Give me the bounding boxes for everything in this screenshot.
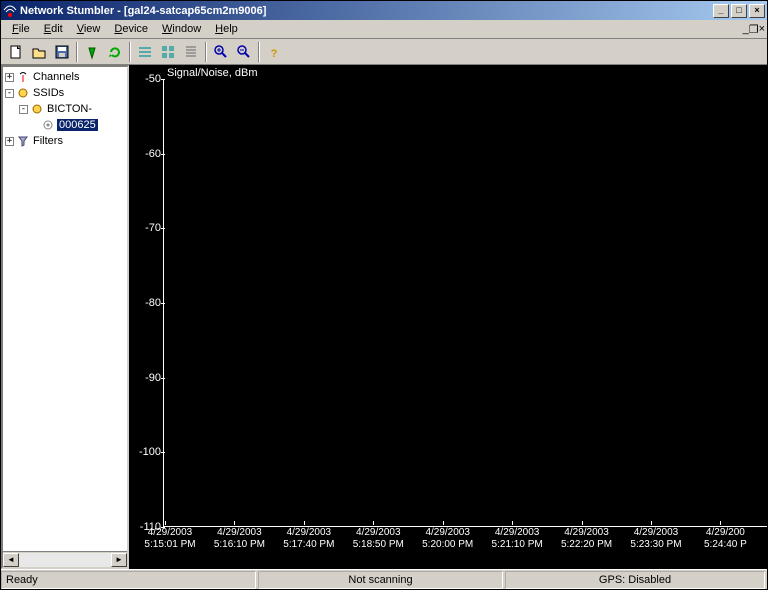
collapse-icon[interactable]: - xyxy=(5,89,14,98)
chart-title: Signal/Noise, dBm xyxy=(167,67,258,79)
status-ready: Ready xyxy=(1,571,256,589)
app-icon xyxy=(3,4,17,18)
x-tick: 4/29/20035:22:20 PM xyxy=(552,527,622,551)
statusbar: Ready Not scanning GPS: Disabled xyxy=(1,569,767,589)
status-scanning: Not scanning xyxy=(258,571,503,589)
tree-label: BICTON- xyxy=(46,103,93,115)
x-tick: 4/29/20035:16:10 PM xyxy=(204,527,274,551)
tree-node-channels[interactable]: + Channels xyxy=(5,69,127,85)
filter-icon xyxy=(16,134,30,148)
y-tick: -80 xyxy=(145,297,161,309)
tree-view[interactable]: + Channels - SSIDs - BICTON- 000625 xyxy=(3,67,127,551)
menu-device[interactable]: Device xyxy=(107,21,155,37)
status-gps: GPS: Disabled xyxy=(505,571,765,589)
ssid-icon xyxy=(30,102,44,116)
mdi-controls: _ ❐ × xyxy=(743,23,767,36)
expand-icon[interactable]: + xyxy=(5,73,14,82)
menu-edit[interactable]: Edit xyxy=(37,21,70,37)
help-button[interactable]: ? xyxy=(263,41,285,63)
tree-node-ssids[interactable]: - SSIDs xyxy=(5,85,127,101)
new-button[interactable] xyxy=(5,41,27,63)
options-button[interactable] xyxy=(180,41,202,63)
plot-area xyxy=(163,79,767,527)
tree-node-filters[interactable]: + Filters xyxy=(5,133,127,149)
tree-node-mac[interactable]: 000625 xyxy=(5,117,127,133)
y-tick: -100 xyxy=(139,446,161,458)
scan-button[interactable] xyxy=(81,41,103,63)
x-tick: 4/29/2005:24:40 P xyxy=(690,527,760,551)
x-tick: 4/29/20035:23:30 PM xyxy=(621,527,691,551)
x-tick: 4/29/20035:21:10 PM xyxy=(482,527,552,551)
antenna-icon xyxy=(16,70,30,84)
toolbar-separator xyxy=(76,42,78,62)
save-button[interactable] xyxy=(51,41,73,63)
titlebar[interactable]: Network Stumbler - [gal24-satcap65cm2m90… xyxy=(1,1,767,20)
toolbar-separator xyxy=(258,42,260,62)
minimize-button[interactable]: _ xyxy=(713,4,729,18)
collapse-icon[interactable]: - xyxy=(19,105,28,114)
mdi-close-button[interactable]: × xyxy=(759,23,765,36)
x-tick: 4/29/20035:17:40 PM xyxy=(274,527,344,551)
tree-pane: + Channels - SSIDs - BICTON- 000625 xyxy=(1,65,129,569)
menu-file[interactable]: File xyxy=(5,21,37,37)
menu-window[interactable]: Window xyxy=(155,21,208,37)
scroll-left-button[interactable]: ◄ xyxy=(3,553,19,567)
tree-label: SSIDs xyxy=(32,87,65,99)
menu-help[interactable]: Help xyxy=(208,21,245,37)
maximize-button[interactable]: □ xyxy=(731,4,747,18)
details-view-button[interactable] xyxy=(134,41,156,63)
toolbar: ? xyxy=(1,39,767,65)
tree-node-bicton[interactable]: - BICTON- xyxy=(5,101,127,117)
mdi-restore-button[interactable]: ❐ xyxy=(749,23,759,36)
list-view-button[interactable] xyxy=(157,41,179,63)
x-axis: 4/29/20035:15:01 PM4/29/20035:16:10 PM4/… xyxy=(163,527,767,569)
menu-view[interactable]: View xyxy=(70,21,108,37)
chart-pane: Signal/Noise, dBm -50-60-70-80-90-100-11… xyxy=(129,65,767,569)
tree-scrollbar[interactable]: ◄ ► xyxy=(3,551,127,567)
toolbar-separator xyxy=(205,42,207,62)
y-tick: -90 xyxy=(145,372,161,384)
refresh-button[interactable] xyxy=(104,41,126,63)
toolbar-separator xyxy=(129,42,131,62)
app-window: Network Stumbler - [gal24-satcap65cm2m90… xyxy=(0,0,768,590)
zoom-in-button[interactable] xyxy=(210,41,232,63)
x-tick: 4/29/20035:20:00 PM xyxy=(413,527,483,551)
open-button[interactable] xyxy=(28,41,50,63)
expand-icon[interactable]: + xyxy=(5,137,14,146)
tree-label: Channels xyxy=(32,71,80,83)
menubar: File Edit View Device Window Help _ ❐ × xyxy=(1,20,767,39)
tree-label-selected: 000625 xyxy=(57,119,98,131)
ap-icon xyxy=(41,118,55,132)
client-area: + Channels - SSIDs - BICTON- 000625 xyxy=(1,65,767,569)
scroll-track[interactable] xyxy=(19,553,111,567)
y-tick: -60 xyxy=(145,148,161,160)
scroll-right-button[interactable]: ► xyxy=(111,553,127,567)
x-tick: 4/29/20035:18:50 PM xyxy=(343,527,413,551)
y-axis: -50-60-70-80-90-100-110 xyxy=(129,79,163,527)
svg-text:?: ? xyxy=(271,48,278,60)
close-button[interactable]: × xyxy=(749,4,765,18)
y-tick: -50 xyxy=(145,73,161,85)
zoom-out-button[interactable] xyxy=(233,41,255,63)
window-title: Network Stumbler - [gal24-satcap65cm2m90… xyxy=(20,5,711,17)
ssid-icon xyxy=(16,86,30,100)
y-tick: -70 xyxy=(145,222,161,234)
x-tick: 4/29/20035:15:01 PM xyxy=(135,527,205,551)
tree-label: Filters xyxy=(32,135,64,147)
